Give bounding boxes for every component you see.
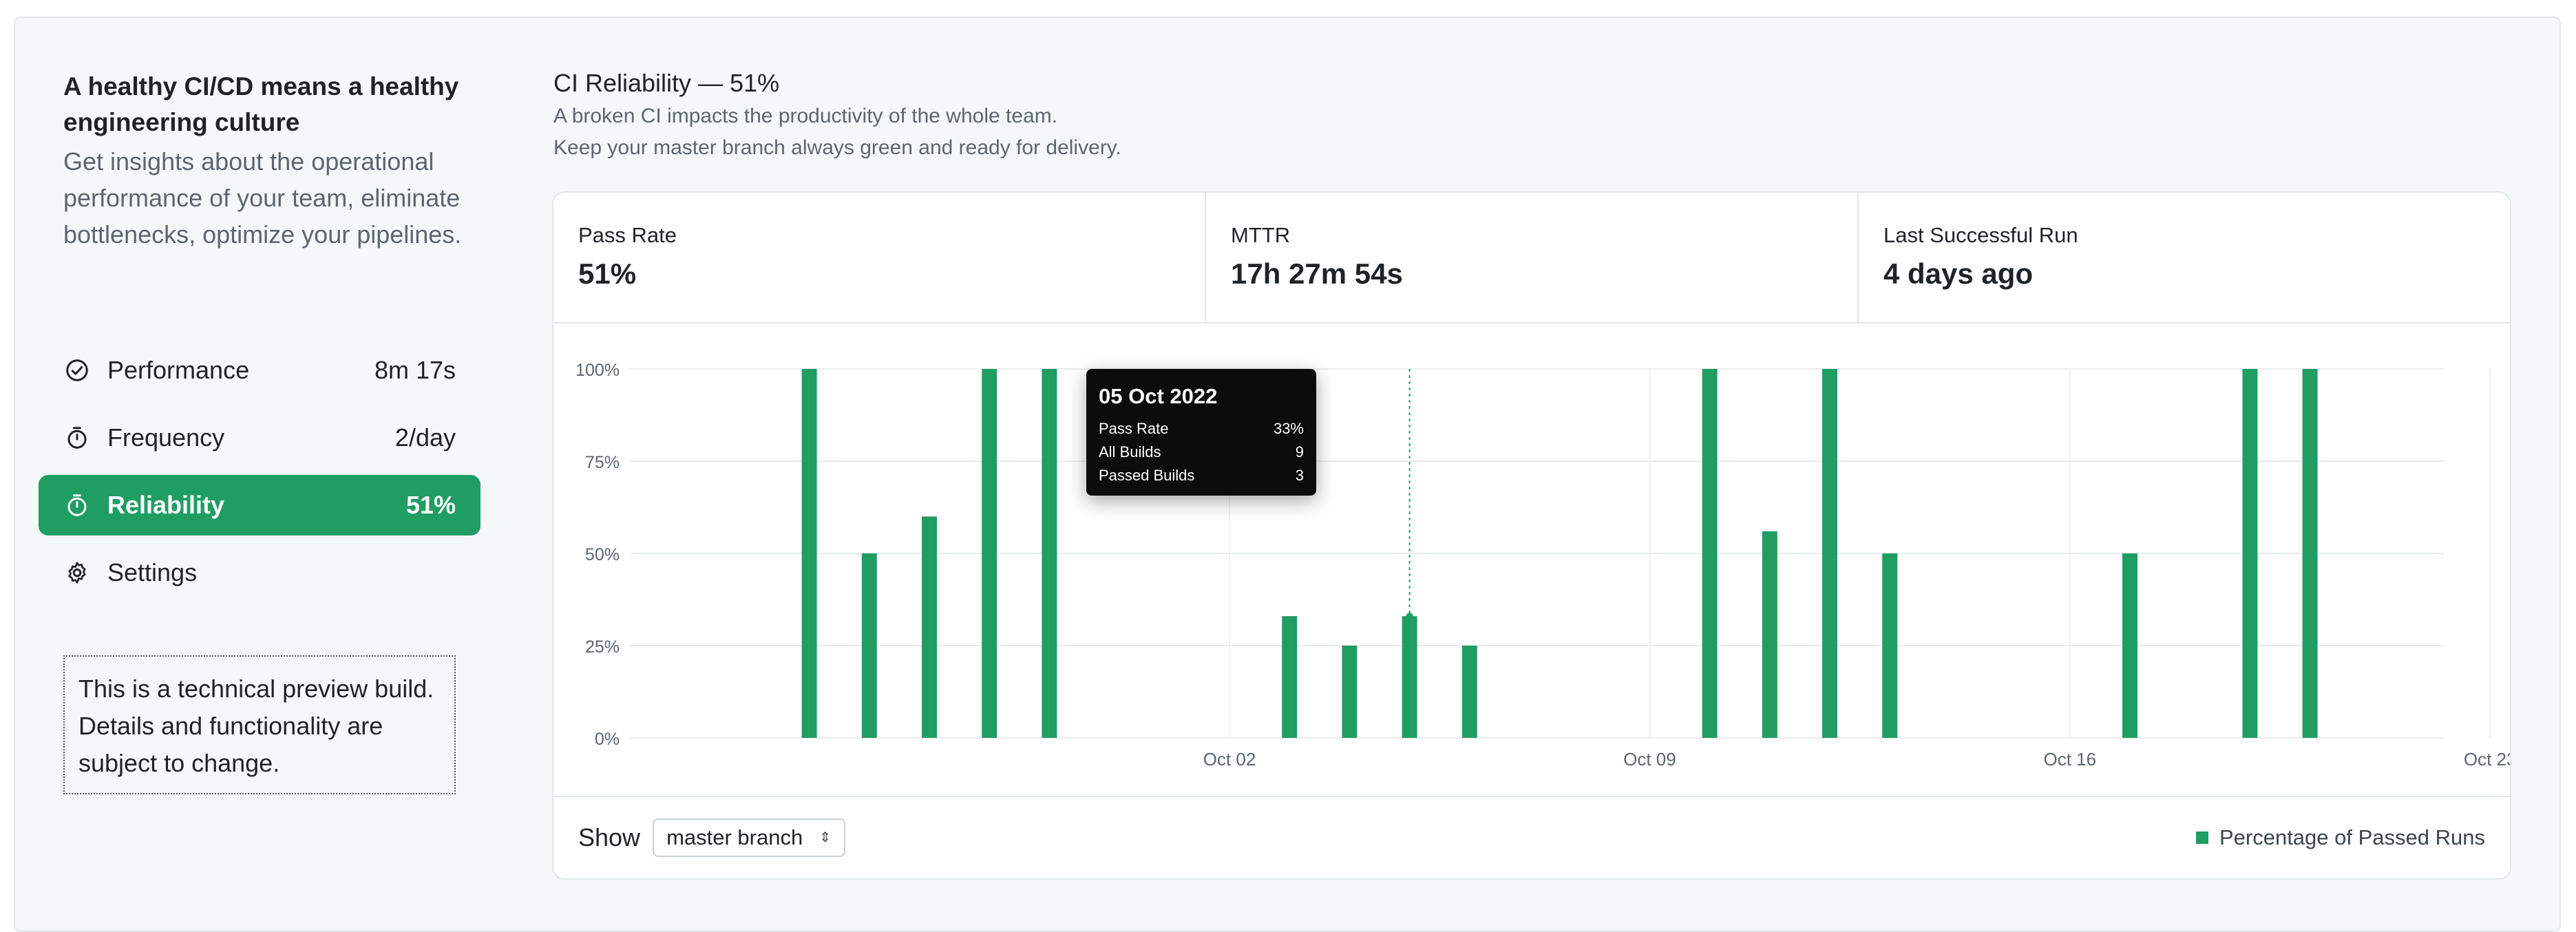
- sidebar-nav: Performance 8m 17s Frequency 2/day Relia…: [39, 340, 481, 610]
- bar: [1282, 616, 1298, 738]
- stat-value: 51%: [578, 257, 637, 290]
- stat-pass-rate: Pass Rate 51%: [553, 193, 1206, 322]
- stat-mttr: MTTR 17h 27m 54s: [1206, 193, 1859, 322]
- x-tick-label: Oct 02: [1203, 749, 1256, 770]
- bar: [1461, 646, 1477, 738]
- y-tick-label: 25%: [585, 637, 620, 657]
- sidebar-item-settings[interactable]: Settings: [39, 542, 481, 603]
- tooltip-label: Pass Rate: [1099, 420, 1169, 437]
- chart-legend: Percentage of Passed Runs: [2195, 825, 2485, 850]
- bar: [982, 369, 997, 738]
- branch-select-value: master branch: [666, 825, 803, 849]
- stat-value: 17h 27m 54s: [1231, 257, 1403, 290]
- sidebar-item-value: 2/day: [394, 423, 456, 452]
- x-tick-label: Oct 09: [1623, 749, 1676, 770]
- sidebar-item-label: Settings: [107, 558, 198, 586]
- stopwatch-icon: [63, 491, 91, 519]
- tooltip-value: 3: [1295, 467, 1304, 484]
- branch-select[interactable]: master branch ⇕: [653, 818, 846, 857]
- bar: [2122, 553, 2137, 738]
- chart-footer: Show master branch ⇕ Percentage of Passe…: [553, 796, 2510, 878]
- hover-point: [1406, 613, 1413, 620]
- stopwatch-icon: [63, 424, 91, 452]
- bar: [1342, 646, 1358, 738]
- tooltip-date: 05 Oct 2022: [1099, 384, 1218, 408]
- sidebar-item-reliability[interactable]: Reliability 51%: [39, 475, 481, 536]
- tooltip-label: Passed Builds: [1099, 467, 1195, 484]
- bar: [1402, 616, 1417, 738]
- stat-value: 4 days ago: [1883, 257, 2034, 290]
- bar: [2302, 369, 2318, 738]
- y-tick-label: 50%: [585, 545, 620, 564]
- sidebar-description: Get insights about the operational perfo…: [63, 147, 462, 248]
- sidebar-item-value: 8m 17s: [374, 356, 456, 384]
- sidebar-item-label: Performance: [107, 356, 250, 384]
- stat-last-successful-run: Last Successful Run 4 days ago: [1859, 193, 2510, 322]
- legend-swatch: [2195, 832, 2208, 844]
- tooltip-label: All Builds: [1099, 443, 1161, 460]
- bar: [2242, 369, 2258, 738]
- preview-notice: This is a technical preview build. Detai…: [63, 655, 456, 794]
- sidebar-item-performance[interactable]: Performance 8m 17s: [39, 340, 481, 401]
- y-tick-label: 0%: [595, 730, 620, 749]
- main-header: CI Reliability — 51% A broken CI impacts…: [553, 66, 2513, 164]
- show-label: Show: [578, 823, 641, 851]
- sidebar-item-label: Frequency: [107, 423, 225, 452]
- tooltip-value: 33%: [1273, 420, 1304, 437]
- page-subtitle-1: A broken CI impacts the productivity of …: [553, 105, 1058, 127]
- reliability-card: Pass Rate 51% MTTR 17h 27m 54s Last Succ…: [552, 191, 2511, 880]
- bar-chart[interactable]: 0% 25% 50% 75% 100% Oct 02 Oct 09 Oct 16 Oct 23: [553, 324, 2510, 796]
- legend-label: Percentage of Passed Runs: [2219, 825, 2485, 849]
- check-circle-icon: [63, 357, 91, 384]
- bar: [801, 369, 817, 738]
- sidebar: A healthy CI/CD means a healthy engineer…: [63, 69, 476, 253]
- chart-tooltip: 05 Oct 2022 Pass Rate 33% All Builds 9 P…: [1086, 369, 1316, 496]
- bar: [1762, 531, 1777, 738]
- page-title: CI Reliability — 51%: [553, 69, 780, 97]
- stat-label: Last Successful Run: [1883, 223, 2078, 247]
- x-tick-label: Oct 16: [2044, 749, 2097, 770]
- x-tick-label: Oct 23: [2464, 749, 2510, 770]
- stats-row: Pass Rate 51% MTTR 17h 27m 54s Last Succ…: [553, 193, 2510, 324]
- sidebar-item-frequency[interactable]: Frequency 2/day: [39, 407, 481, 468]
- stat-label: MTTR: [1231, 223, 1291, 247]
- stat-label: Pass Rate: [578, 223, 677, 247]
- sidebar-item-value: 51%: [405, 491, 456, 519]
- bar: [922, 516, 937, 738]
- tooltip-row: Pass Rate 33%: [1099, 417, 1304, 441]
- bar: [1882, 553, 1898, 738]
- bar: [1822, 369, 1837, 738]
- tooltip-value: 9: [1295, 443, 1304, 460]
- page-subtitle-2: Keep your master branch always green and…: [553, 136, 1121, 159]
- select-arrows-icon: ⇕: [819, 830, 831, 845]
- sidebar-heading: A healthy CI/CD means a healthy engineer…: [63, 72, 459, 136]
- tooltip-row: Passed Builds 3: [1099, 464, 1304, 487]
- tooltip-row: All Builds 9: [1099, 441, 1304, 464]
- chart-area: 0%25%50%75%100%Oct 02Oct 09Oct 16Oct 23 …: [553, 324, 2510, 796]
- sidebar-item-label: Reliability: [107, 491, 225, 519]
- gear-icon: [63, 559, 91, 586]
- bar: [1042, 369, 1057, 738]
- bar: [1702, 369, 1718, 738]
- y-tick-label: 100%: [576, 361, 620, 380]
- y-tick-label: 75%: [585, 453, 620, 472]
- bar: [861, 553, 877, 738]
